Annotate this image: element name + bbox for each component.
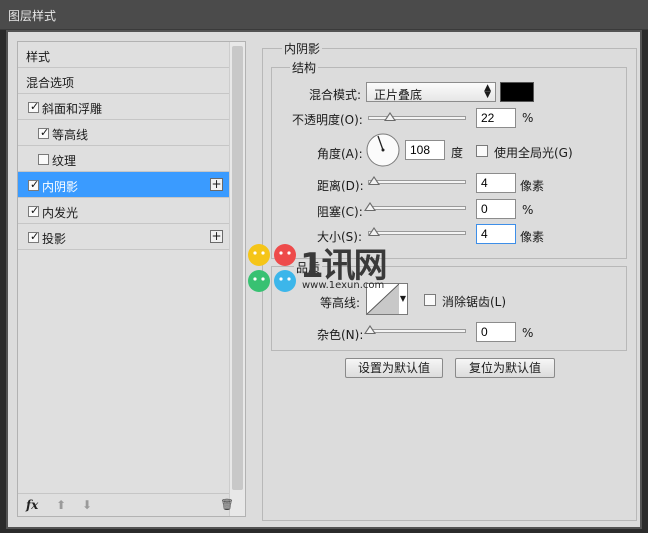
add-effect-icon[interactable]: +: [210, 230, 223, 243]
angle-label: 角度(A):: [317, 147, 363, 161]
style-item-label: 等高线: [52, 128, 89, 142]
blend-mode-select[interactable]: 正片叠底 ▲ ▼: [366, 82, 496, 102]
style-list-item[interactable]: ✓ 斜面和浮雕: [18, 94, 229, 120]
move-up-icon[interactable]: ⬆: [56, 498, 66, 512]
set-default-button[interactable]: 设置为默认值: [345, 358, 443, 378]
style-checkbox[interactable]: ✓: [28, 230, 40, 243]
blend-mode-value: 正片叠底: [374, 88, 423, 102]
style-item-label: 内发光: [42, 206, 79, 220]
opacity-slider-thumb[interactable]: [383, 112, 396, 121]
title-bar: [0, 0, 648, 30]
style-checkbox[interactable]: ✓: [38, 126, 50, 139]
distance-input[interactable]: [476, 173, 516, 193]
opacity-label: 不透明度(O):: [292, 113, 363, 127]
global-light-label: 使用全局光(G): [494, 146, 573, 160]
style-list-item[interactable]: 混合选项: [18, 68, 229, 94]
choke-unit: %: [522, 203, 534, 217]
watermark-logo: 1讯网 www.1exun.com: [246, 240, 406, 296]
check-icon: ✓: [30, 100, 40, 113]
move-down-icon[interactable]: ⬇: [82, 498, 92, 512]
size-unit: 像素: [520, 230, 545, 244]
contour-label: 等高线:: [320, 296, 361, 310]
structure-title: 结构: [290, 59, 319, 76]
choke-slider-track[interactable]: [368, 206, 466, 210]
style-item-label: 样式: [26, 50, 51, 64]
blend-color-swatch[interactable]: [500, 82, 534, 102]
angle-dial[interactable]: [365, 132, 401, 168]
style-list-toolbar: fx ⬆ ⬇ 🗑: [18, 493, 234, 516]
choke-label: 阻塞(C):: [317, 205, 363, 219]
distance-slider-track[interactable]: [368, 180, 466, 184]
reset-default-button[interactable]: 复位为默认值: [455, 358, 555, 378]
antialias-label: 消除锯齿(L): [442, 295, 507, 309]
style-item-label: 投影: [42, 232, 67, 246]
scrollbar-thumb[interactable]: [232, 46, 243, 490]
size-slider-thumb[interactable]: [368, 227, 380, 236]
noise-slider-thumb[interactable]: [364, 325, 376, 334]
noise-slider-track[interactable]: [368, 329, 466, 333]
watermark-url: www.1exun.com: [302, 280, 385, 291]
angle-input[interactable]: [405, 140, 445, 160]
check-icon: ✓: [30, 204, 40, 217]
add-effect-icon[interactable]: +: [210, 178, 223, 191]
style-list-item[interactable]: ✓ 内发光: [18, 198, 229, 224]
blend-mode-label: 混合模式:: [309, 88, 362, 102]
antialias-checkbox[interactable]: [424, 294, 436, 306]
watermark-faces-icon: [248, 244, 296, 292]
window-title: 图层样式: [8, 9, 57, 23]
distance-unit: 像素: [520, 179, 545, 193]
style-item-label: 混合选项: [26, 76, 75, 90]
size-input[interactable]: [476, 224, 516, 244]
global-light-checkbox[interactable]: [476, 145, 488, 157]
style-list: 样式 混合选项 ✓ 斜面和浮雕 ✓ 等高线 纹理 ✓ 内阴影 + ✓ 内发光 ✓ 投影 +: [18, 42, 229, 250]
select-arrows-icon: ▲ ▼: [484, 83, 491, 100]
style-list-item[interactable]: 纹理: [18, 146, 229, 172]
distance-label: 距离(D):: [317, 179, 364, 193]
style-item-label: 斜面和浮雕: [42, 102, 103, 116]
check-icon: ✓: [40, 126, 50, 139]
choke-slider-thumb[interactable]: [364, 202, 376, 211]
opacity-input[interactable]: [476, 108, 516, 128]
opacity-unit: %: [522, 111, 534, 125]
fx-icon[interactable]: fx: [26, 498, 38, 512]
noise-unit: %: [522, 326, 534, 340]
trash-icon[interactable]: 🗑: [220, 498, 234, 511]
size-slider-track[interactable]: [368, 231, 466, 235]
distance-slider-thumb[interactable]: [368, 176, 380, 185]
style-checkbox[interactable]: ✓: [28, 204, 40, 217]
style-checkbox[interactable]: [38, 154, 49, 165]
style-checkbox[interactable]: ✓: [28, 100, 40, 113]
style-list-item[interactable]: ✓ 投影 +: [18, 224, 229, 250]
style-list-item[interactable]: ✓ 等高线: [18, 120, 229, 146]
style-list-item[interactable]: ✓ 内阴影 +: [18, 172, 229, 198]
check-icon: ✓: [30, 230, 40, 243]
style-item-label: 内阴影: [42, 180, 79, 194]
style-list-item[interactable]: 样式: [18, 42, 229, 68]
noise-input[interactable]: [476, 322, 516, 342]
style-checkbox[interactable]: ✓: [28, 178, 40, 191]
choke-input[interactable]: [476, 199, 516, 219]
check-icon: ✓: [30, 178, 40, 191]
style-item-label: 纹理: [52, 154, 77, 168]
noise-label: 杂色(N):: [317, 328, 364, 342]
section-title: 内阴影: [282, 40, 323, 57]
angle-unit: 度: [451, 146, 464, 160]
